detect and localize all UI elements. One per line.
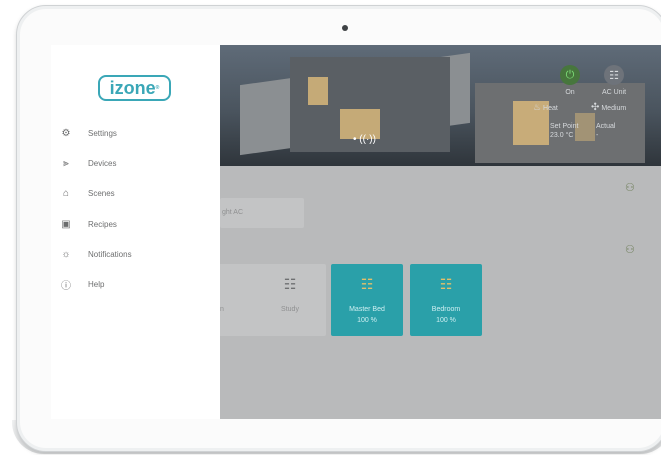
fan-speed-label: Medium bbox=[601, 105, 627, 112]
system-card[interactable]: ght AC bbox=[220, 198, 304, 228]
menu-item-label: Help bbox=[88, 279, 105, 289]
menu-item-scenes[interactable]: ⌂ Scenes bbox=[59, 186, 115, 200]
ac-unit-control[interactable]: ☷ AC Unit bbox=[594, 65, 634, 96]
power-control[interactable]: ⏻ On bbox=[553, 65, 587, 96]
zone-name: Study bbox=[281, 306, 299, 313]
setpoint-display[interactable]: Set Point 23.0 °C bbox=[550, 123, 586, 139]
devices-icon: ⫸ bbox=[63, 157, 69, 169]
zone-tile-study[interactable]: ☷ Study bbox=[254, 264, 326, 336]
menu-item-label: Devices bbox=[88, 158, 117, 168]
recipes-icon: ▣ bbox=[61, 218, 71, 230]
screen: • ((·)) ⏻ On ☷ AC Unit ♨ Heat ✣ Medium S… bbox=[51, 45, 661, 419]
mode-label: Heat bbox=[543, 105, 558, 112]
flame-icon: ♨ bbox=[533, 102, 542, 112]
logo-mark: ® bbox=[155, 85, 160, 91]
zone-value: 100 % bbox=[357, 317, 377, 324]
ac-unit-label: AC Unit bbox=[601, 89, 627, 96]
menu-item-label: Notifications bbox=[88, 249, 132, 259]
menu-item-notifications[interactable]: ☼ Notifications bbox=[59, 247, 132, 261]
fan-control[interactable]: ✣ Medium bbox=[591, 102, 651, 113]
system-card-label: ght AC bbox=[222, 209, 244, 216]
menu-item-label: Recipes bbox=[88, 219, 117, 229]
zone-name: Bedroom bbox=[431, 306, 461, 313]
bulb-icon: ☼ bbox=[61, 248, 71, 260]
menu-item-label: Settings bbox=[88, 128, 117, 138]
people-icon[interactable]: ⚇ bbox=[625, 243, 635, 256]
izone-logo: izone® bbox=[98, 75, 171, 101]
zone-tile-bedroom[interactable]: ☷ Bedroom 100 % bbox=[410, 264, 482, 336]
gear-icon: ⚙ bbox=[61, 127, 71, 139]
actual-temp-display: Actual - bbox=[596, 123, 626, 139]
ac-vent-icon: ☷ bbox=[439, 276, 453, 292]
power-label: On bbox=[565, 89, 575, 96]
actual-label: Actual bbox=[596, 123, 616, 130]
front-camera bbox=[342, 25, 348, 31]
house-window bbox=[308, 77, 328, 105]
mode-control[interactable]: ♨ Heat bbox=[533, 102, 573, 113]
info-icon: ⓘ bbox=[61, 280, 71, 292]
actual-value: - bbox=[596, 132, 599, 139]
setpoint-label: Set Point bbox=[550, 123, 579, 130]
menu-item-recipes[interactable]: ▣ Recipes bbox=[59, 217, 117, 231]
logo-text: izone bbox=[109, 78, 156, 98]
zone-tile-master-bed[interactable]: ☷ Master Bed 100 % bbox=[331, 264, 403, 336]
menu-item-help[interactable]: ⓘ Help bbox=[59, 277, 105, 292]
scenes-icon: ⌂ bbox=[62, 187, 70, 199]
ac-vent-icon: ☷ bbox=[283, 276, 297, 292]
menu-item-settings[interactable]: ⚙ Settings bbox=[59, 126, 117, 140]
people-icon[interactable]: ⚇ bbox=[625, 181, 635, 194]
fan-icon: ✣ bbox=[591, 102, 600, 113]
zone-name: Master Bed bbox=[349, 306, 385, 313]
zone-value: 100 % bbox=[436, 317, 456, 324]
power-icon: ⏻ bbox=[560, 65, 580, 85]
setpoint-value: 23.0 °C bbox=[550, 132, 574, 139]
menu-item-label: Scenes bbox=[88, 188, 115, 198]
ac-unit-icon: ☷ bbox=[604, 65, 624, 85]
menu-item-devices[interactable]: ⫸ Devices bbox=[59, 156, 116, 170]
navigation-drawer: izone® ⚙ Settings ⫸ Devices ⌂ Scenes ▣ R… bbox=[51, 45, 220, 419]
carousel-indicator[interactable]: • ((·)) bbox=[353, 134, 376, 145]
ac-vent-icon: ☷ bbox=[360, 276, 374, 292]
